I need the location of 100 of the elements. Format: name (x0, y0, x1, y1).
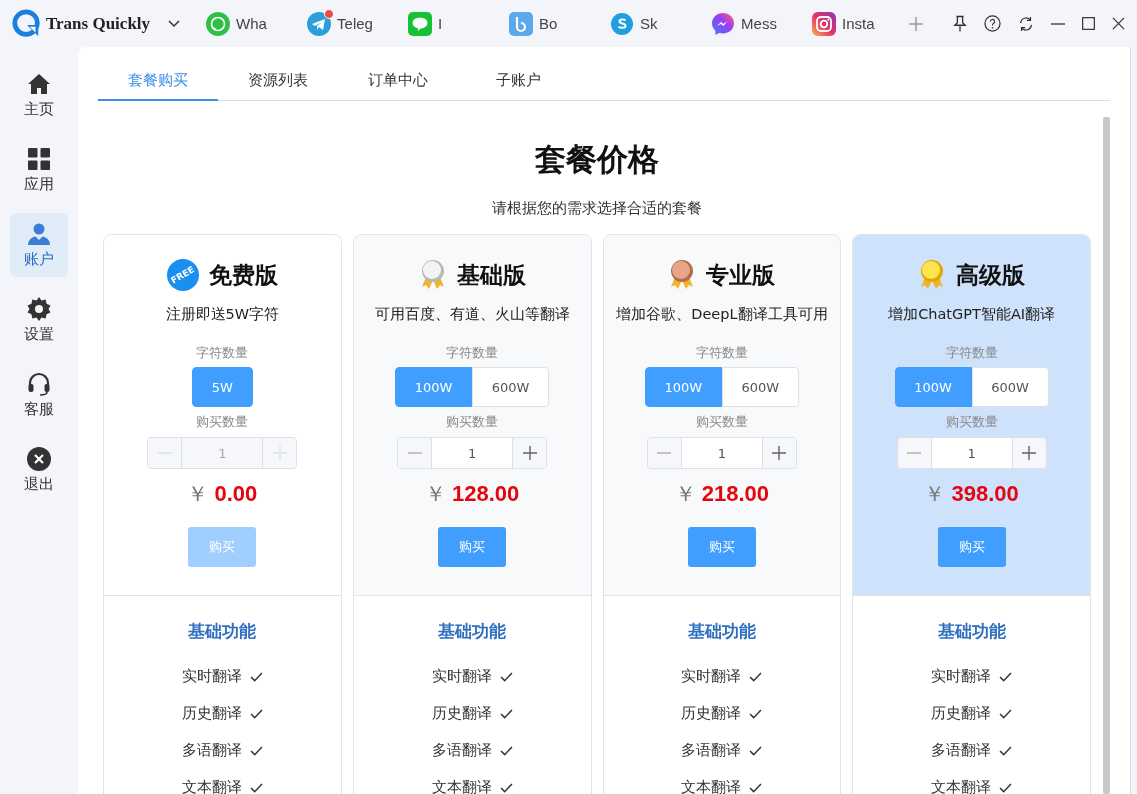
gear-icon (27, 296, 51, 321)
feature-label: 文本翻译 (931, 778, 992, 794)
option-button[interactable]: 600W (971, 367, 1049, 407)
headset-icon (27, 371, 51, 396)
chat-bubble-icon (206, 11, 231, 36)
tab[interactable]: 套餐购买 (98, 71, 218, 101)
app-tab[interactable]: Mess (711, 8, 790, 39)
minus-icon (657, 452, 672, 454)
pin-icon[interactable] (953, 15, 967, 32)
plan-name: 高级版 (956, 260, 1026, 290)
chat-bubble-icon (408, 11, 433, 36)
features-title: 基础功能 (687, 620, 756, 643)
refresh-icon[interactable] (1018, 15, 1034, 32)
letter-b-icon (509, 11, 534, 36)
currency-sign: ￥ (187, 481, 209, 508)
house-icon (27, 71, 51, 96)
plan-name: 基础版 (456, 260, 526, 290)
minus-icon (907, 452, 922, 454)
minimize-icon[interactable] (1051, 22, 1065, 25)
scrollbar[interactable] (1103, 117, 1110, 794)
features-title: 基础功能 (188, 620, 257, 643)
plan-description: 注册即送5W字符 (165, 305, 280, 324)
sidebar-item[interactable]: 主页 (10, 63, 68, 127)
plus-icon[interactable] (909, 16, 924, 31)
plus-icon (522, 446, 537, 460)
price: 128.00 (451, 481, 520, 507)
plan-description: 增加谷歌、DeepL翻译工具可用 (616, 305, 828, 324)
app-logo-icon (12, 8, 42, 39)
page-subtitle: 请根据您的需求选择合适的套餐 (492, 199, 702, 218)
field-label: 字符数量 (196, 344, 249, 362)
chevron-down-icon[interactable] (168, 19, 181, 28)
features-title: 基础功能 (438, 620, 507, 643)
maximize-icon[interactable] (1082, 17, 1095, 30)
minus-icon (407, 452, 422, 454)
lightning-bubble-icon (711, 11, 736, 36)
feature-label: 历史翻译 (181, 704, 242, 723)
feature-label: 历史翻译 (431, 704, 492, 723)
sidebar-item[interactable]: 退出 (10, 438, 68, 502)
currency-sign: ￥ (924, 481, 946, 508)
app-tab[interactable]: Bo (509, 8, 588, 39)
currency-sign: ￥ (424, 481, 446, 508)
feature-label: 实时翻译 (431, 667, 492, 686)
feature-label: 实时翻译 (681, 667, 742, 686)
feature-label: 历史翻译 (931, 704, 992, 723)
field-label: 字符数量 (446, 344, 499, 362)
feature-label: 多语翻译 (431, 741, 492, 760)
feature-label: 多语翻译 (181, 741, 242, 760)
option-button[interactable]: 600W (721, 367, 799, 407)
plus-icon (772, 446, 787, 460)
camera-icon (812, 11, 837, 36)
grid-icon (27, 146, 51, 171)
tab[interactable]: 子账户 (458, 71, 578, 101)
paper-plane-icon (307, 11, 332, 36)
feature-label: 实时翻译 (181, 667, 242, 686)
tab[interactable]: 资源列表 (218, 71, 338, 101)
app-tab[interactable]: Teleg (307, 8, 386, 39)
quantity-field[interactable]: 1 (431, 438, 514, 468)
field-label: 字符数量 (695, 344, 748, 362)
page-title: 套餐价格 (535, 140, 659, 179)
quantity-field[interactable]: 1 (930, 438, 1013, 468)
price: 398.00 (951, 481, 1019, 507)
features-title: 基础功能 (937, 620, 1006, 643)
feature-label: 实时翻译 (931, 667, 992, 686)
field-label: 字符数量 (945, 344, 998, 362)
sidebar-item[interactable]: 设置 (10, 288, 68, 352)
quantity-field[interactable]: 1 (680, 438, 763, 468)
app-name: Trans Quickly (46, 13, 151, 34)
app-tab[interactable]: I (408, 8, 487, 39)
price: 218.00 (701, 481, 769, 507)
app-tab[interactable]: Wha (206, 8, 285, 39)
option-button[interactable]: 600W (472, 367, 550, 407)
letter-s-icon (610, 11, 635, 36)
tab[interactable]: 订单中心 (338, 71, 458, 101)
feature-label: 文本翻译 (431, 778, 492, 794)
plan-name: 专业版 (706, 260, 776, 290)
help-icon[interactable] (984, 15, 1001, 32)
user-icon (27, 221, 51, 246)
plan-name: 免费版 (208, 260, 278, 290)
plan-description: 可用百度、有道、火山等翻译 (374, 305, 570, 324)
plan-description: 增加ChatGPT智能AI翻译 (888, 305, 1056, 324)
sidebar-item[interactable]: 账户 (10, 213, 68, 277)
feature-label: 文本翻译 (181, 778, 242, 794)
field-label: 购买数量 (446, 413, 499, 431)
feature-label: 历史翻译 (681, 704, 742, 723)
currency-sign: ￥ (674, 481, 696, 508)
field-label: 购买数量 (945, 413, 998, 431)
price: 0.00 (214, 481, 258, 507)
app-tab[interactable]: Insta (812, 8, 891, 39)
app-tab[interactable]: Sk (610, 8, 689, 39)
sidebar-item[interactable]: 客服 (10, 363, 68, 427)
field-label: 购买数量 (196, 413, 249, 431)
plus-icon (1022, 446, 1037, 460)
plus-button[interactable] (1012, 438, 1046, 468)
feature-label: 多语翻译 (681, 741, 742, 760)
field-label: 购买数量 (695, 413, 748, 431)
close-icon[interactable] (1112, 17, 1125, 30)
sidebar-item[interactable]: 应用 (10, 138, 68, 202)
feature-label: 文本翻译 (681, 778, 742, 794)
close-circle-icon (27, 446, 51, 471)
feature-label: 多语翻译 (931, 741, 992, 760)
